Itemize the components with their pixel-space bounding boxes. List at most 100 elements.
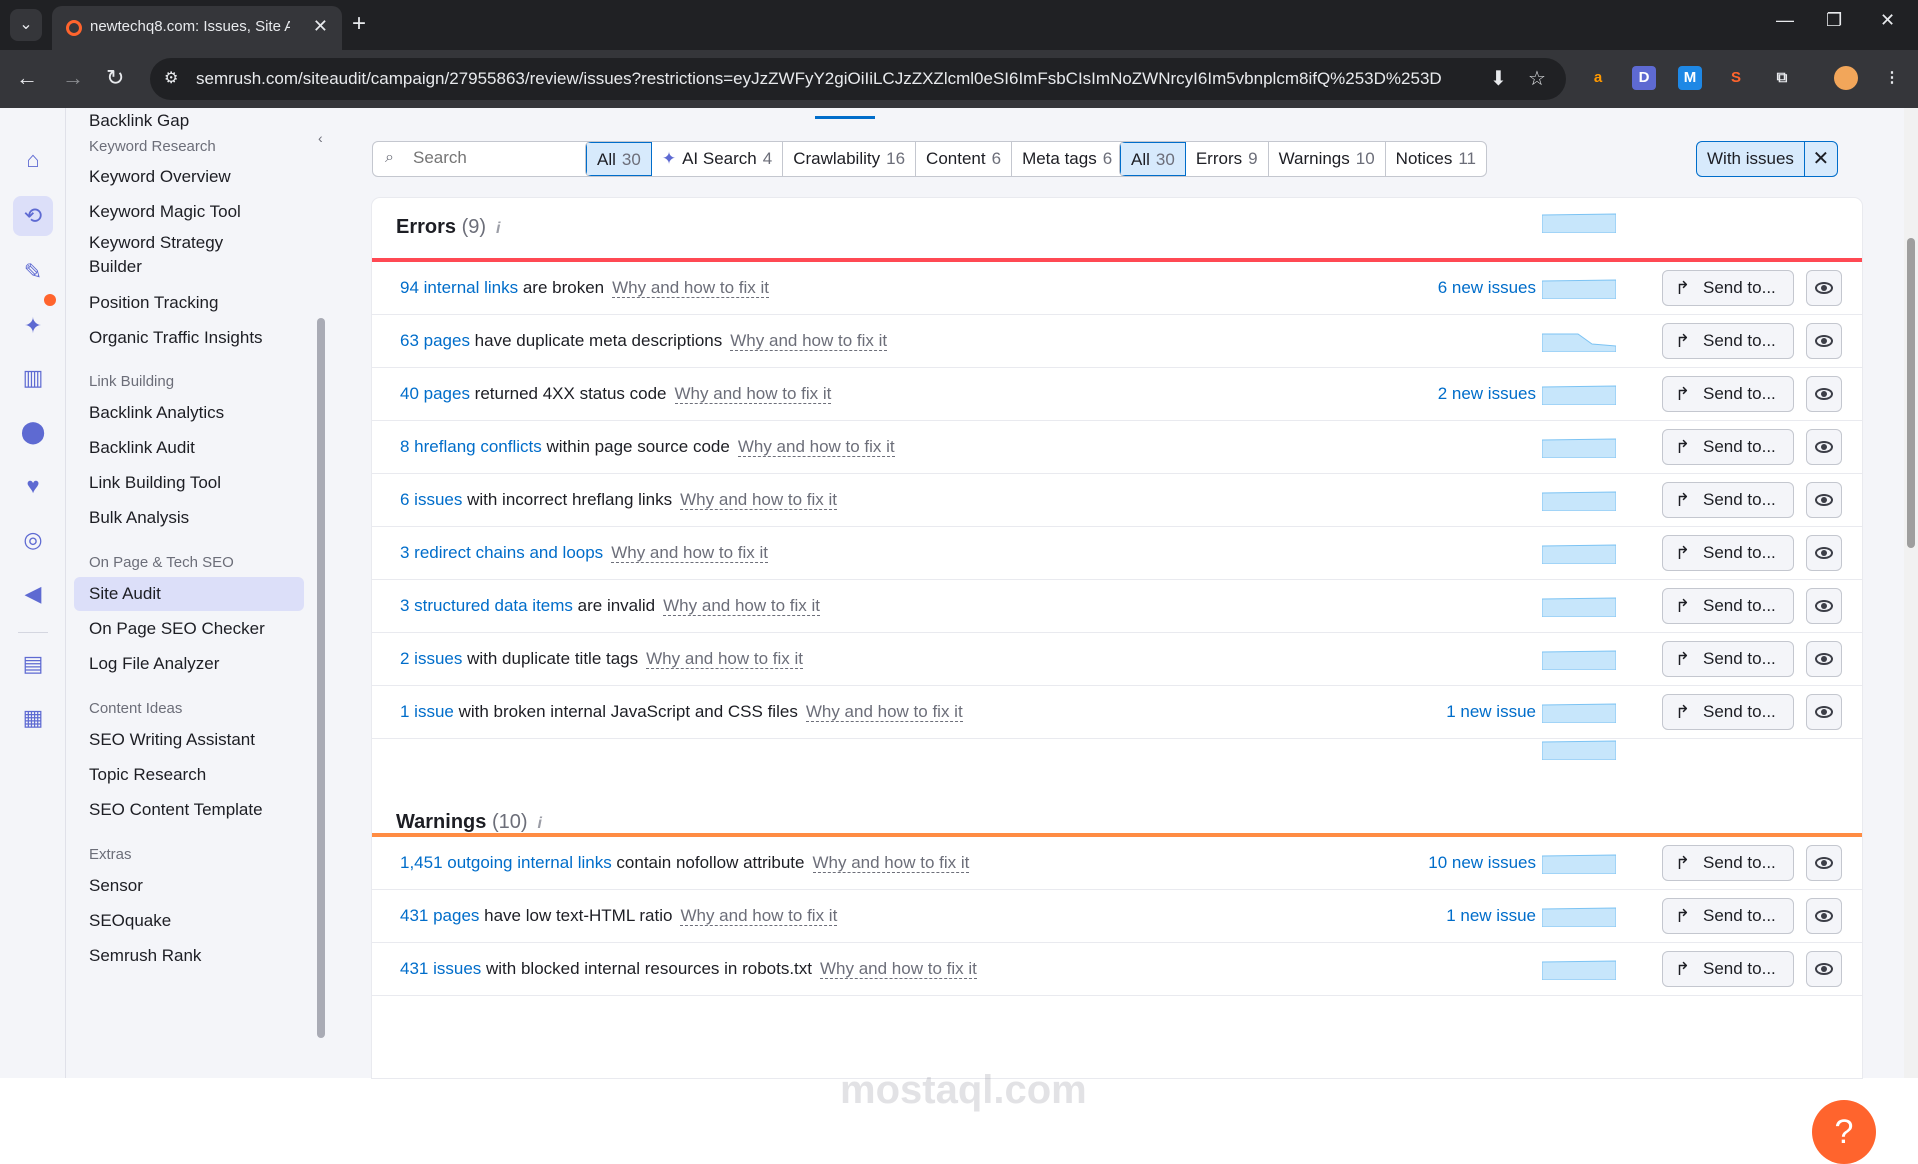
seo-toolkit-icon[interactable]: ⟲ bbox=[13, 196, 53, 236]
sidebar-item-backlink-audit[interactable]: Backlink Audit bbox=[74, 431, 304, 465]
hide-issue-button[interactable] bbox=[1806, 270, 1842, 306]
why-how-to-fix-link[interactable]: Why and how to fix it bbox=[737, 437, 895, 457]
send-to-button[interactable]: ↱ Send to... bbox=[1662, 845, 1794, 881]
hide-issue-button[interactable] bbox=[1806, 535, 1842, 571]
new-issues-link[interactable]: 6 new issues bbox=[1438, 278, 1536, 298]
filter-meta-tags[interactable]: Meta tags 6 bbox=[1012, 142, 1124, 176]
send-to-button[interactable]: ↱ Send to... bbox=[1662, 951, 1794, 987]
why-how-to-fix-link[interactable]: Why and how to fix it bbox=[663, 596, 820, 616]
filter-content[interactable]: Content 6 bbox=[916, 142, 1013, 176]
why-how-to-fix-link[interactable]: Why and how to fix it bbox=[680, 490, 837, 510]
hide-issue-button[interactable] bbox=[1806, 376, 1842, 412]
sidebar-item-seo-writing-assistant[interactable]: SEO Writing Assistant bbox=[74, 723, 304, 757]
home-icon[interactable]: ⌂ bbox=[13, 140, 53, 180]
sidebar-item-semrush-rank[interactable]: Semrush Rank bbox=[74, 939, 304, 973]
new-issues-link[interactable]: 1 new issue bbox=[1446, 702, 1536, 722]
send-to-button[interactable]: ↱ Send to... bbox=[1662, 641, 1794, 677]
issue-link[interactable]: 1,451 outgoing internal links bbox=[400, 853, 612, 872]
browser-menu-icon[interactable]: ⋮ bbox=[1880, 66, 1904, 90]
sidebar-item-backlink-analytics[interactable]: Backlink Analytics bbox=[74, 396, 304, 430]
send-to-button[interactable]: ↱ Send to... bbox=[1662, 535, 1794, 571]
clear-filter-icon[interactable]: ✕ bbox=[1805, 142, 1837, 176]
why-how-to-fix-link[interactable]: Why and how to fix it bbox=[680, 906, 838, 926]
tab-close-icon[interactable]: ✕ bbox=[313, 16, 328, 37]
sidebar-scrollbar-thumb[interactable] bbox=[317, 318, 325, 1038]
issue-link[interactable]: 431 issues bbox=[400, 959, 481, 978]
severity-notices[interactable]: Notices 11 bbox=[1386, 142, 1486, 176]
back-arrow-icon[interactable]: ← bbox=[16, 64, 38, 92]
reports-bar-icon[interactable]: ▥ bbox=[13, 358, 53, 398]
amazon-extension-icon[interactable]: a bbox=[1586, 66, 1610, 90]
issue-link[interactable]: 40 pages bbox=[400, 384, 470, 403]
why-how-to-fix-link[interactable]: Why and how to fix it bbox=[820, 959, 977, 979]
info-icon[interactable]: i bbox=[496, 220, 500, 237]
send-to-button[interactable]: ↱ Send to... bbox=[1662, 270, 1794, 306]
new-issues-link[interactable]: 2 new issues bbox=[1438, 384, 1536, 404]
local-pin-icon[interactable]: ⬤ bbox=[13, 412, 53, 452]
hide-issue-button[interactable] bbox=[1806, 429, 1842, 465]
sidebar-item-log-file-analyzer[interactable]: Log File Analyzer bbox=[74, 647, 304, 681]
issue-link[interactable]: 6 issues bbox=[400, 490, 462, 509]
bookmark-star-icon[interactable]: ☆ bbox=[1528, 66, 1546, 91]
s-extension-icon[interactable]: S bbox=[1724, 66, 1748, 90]
tab-search-button[interactable]: ⌄ bbox=[10, 9, 42, 41]
traffic-target-icon[interactable]: ◎ bbox=[13, 520, 53, 560]
sidebar-item-organic-traffic-insights[interactable]: Organic Traffic Insights bbox=[74, 321, 304, 355]
site-info-icon[interactable]: ⚙ bbox=[164, 68, 184, 88]
page-scrollbar[interactable] bbox=[1904, 108, 1918, 1078]
issue-link[interactable]: 63 pages bbox=[400, 331, 470, 350]
send-to-button[interactable]: ↱ Send to... bbox=[1662, 323, 1794, 359]
severity-all[interactable]: All 30 bbox=[1120, 142, 1186, 176]
page-scrollbar-thumb[interactable] bbox=[1907, 238, 1915, 548]
issue-link[interactable]: 3 structured data items bbox=[400, 596, 573, 615]
send-to-button[interactable]: ↱ Send to... bbox=[1662, 482, 1794, 518]
severity-errors[interactable]: Errors 9 bbox=[1186, 142, 1269, 176]
sidebar-item-position-tracking[interactable]: Position Tracking bbox=[74, 286, 304, 320]
sidebar-item-keyword-strategy-builder-line2[interactable]: Builder bbox=[74, 254, 304, 279]
sidebar-item-seoquake[interactable]: SEOquake bbox=[74, 904, 304, 938]
sidebar-item-keyword-strategy-builder[interactable]: Keyword Strategy bbox=[74, 230, 304, 255]
collapse-sidebar-icon[interactable]: ‹ bbox=[318, 130, 323, 146]
new-issues-link[interactable]: 10 new issues bbox=[1428, 853, 1536, 873]
hide-issue-button[interactable] bbox=[1806, 482, 1842, 518]
why-how-to-fix-link[interactable]: Why and how to fix it bbox=[612, 278, 769, 298]
sidebar-item-link-building-tool[interactable]: Link Building Tool bbox=[74, 466, 304, 500]
install-app-icon[interactable]: ⬇ bbox=[1490, 66, 1507, 91]
sidebar-item-on-page-seo-checker[interactable]: On Page SEO Checker bbox=[74, 612, 304, 646]
why-how-to-fix-link[interactable]: Why and how to fix it bbox=[805, 702, 963, 722]
issue-link[interactable]: 94 internal links bbox=[400, 278, 518, 297]
reload-icon[interactable]: ↻ bbox=[106, 64, 124, 92]
search-input[interactable] bbox=[413, 148, 613, 168]
content-pen-icon[interactable]: ✎ bbox=[13, 252, 53, 292]
hide-issue-button[interactable] bbox=[1806, 323, 1842, 359]
send-to-button[interactable]: ↱ Send to... bbox=[1662, 588, 1794, 624]
ai-sparkle-icon[interactable]: ✦ bbox=[13, 306, 53, 346]
advertising-megaphone-icon[interactable]: ◀ bbox=[13, 574, 53, 614]
profile-avatar[interactable] bbox=[1834, 66, 1858, 90]
why-how-to-fix-link[interactable]: Why and how to fix it bbox=[646, 649, 803, 669]
address-bar[interactable]: ⚙ semrush.com/siteaudit/campaign/2795586… bbox=[150, 58, 1566, 100]
hide-issue-button[interactable] bbox=[1806, 845, 1842, 881]
sidebar-item-sensor[interactable]: Sensor bbox=[74, 869, 304, 903]
with-issues-label[interactable]: With issues bbox=[1697, 142, 1805, 176]
hide-issue-button[interactable] bbox=[1806, 694, 1842, 730]
severity-warnings[interactable]: Warnings 10 bbox=[1269, 142, 1386, 176]
sidebar-item-keyword-overview[interactable]: Keyword Overview bbox=[74, 160, 304, 194]
filter-ai-search[interactable]: ✦ AI Search 4 bbox=[652, 142, 784, 176]
filter-crawlability[interactable]: Crawlability 16 bbox=[783, 142, 917, 176]
send-to-button[interactable]: ↱ Send to... bbox=[1662, 694, 1794, 730]
forward-arrow-icon[interactable]: → bbox=[62, 64, 84, 92]
filter-all-categories[interactable]: All 30 bbox=[586, 142, 652, 176]
browser-tab[interactable]: newtechq8.com: Issues, Site Au ✕ bbox=[52, 6, 342, 50]
sidebar-item-seo-content-template[interactable]: SEO Content Template bbox=[74, 793, 304, 827]
restore-button[interactable]: ❐ bbox=[1826, 10, 1842, 31]
hide-issue-button[interactable] bbox=[1806, 898, 1842, 934]
why-how-to-fix-link[interactable]: Why and how to fix it bbox=[730, 331, 888, 351]
send-to-button[interactable]: ↱ Send to... bbox=[1662, 898, 1794, 934]
sidebar-item-bulk-analysis[interactable]: Bulk Analysis bbox=[74, 501, 304, 535]
help-button[interactable]: ? bbox=[1812, 1100, 1876, 1164]
sidebar-item-backlink-gap[interactable]: Backlink Gap bbox=[74, 104, 304, 138]
hide-issue-button[interactable] bbox=[1806, 588, 1842, 624]
send-to-button[interactable]: ↱ Send to... bbox=[1662, 376, 1794, 412]
issue-link[interactable]: 3 redirect chains and loops bbox=[400, 543, 603, 562]
